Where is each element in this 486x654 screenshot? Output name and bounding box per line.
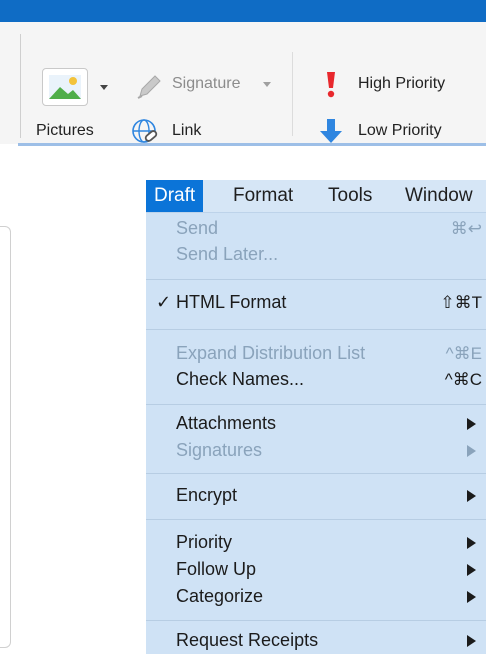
menu-item-send[interactable]: Send xyxy=(176,218,218,239)
menu-divider xyxy=(146,279,486,280)
checkmark-icon: ✓ xyxy=(156,292,172,312)
menu-tools[interactable]: Tools xyxy=(328,185,372,207)
menu-window[interactable]: Window xyxy=(405,185,473,207)
submenu-arrow-icon xyxy=(467,537,476,549)
chevron-down-icon[interactable] xyxy=(100,85,108,90)
down-arrow-icon xyxy=(320,119,342,143)
check-names-shortcut: ^⌘C xyxy=(444,370,482,389)
menu-item-follow-up[interactable]: Follow Up xyxy=(176,559,256,580)
menu-bar: Draft Format Tools Window xyxy=(146,180,486,213)
submenu-arrow-icon xyxy=(467,635,476,647)
signature-pen-icon xyxy=(137,75,161,99)
exclamation-icon xyxy=(327,72,335,98)
menu-item-categorize[interactable]: Categorize xyxy=(176,586,263,607)
message-body-pane[interactable] xyxy=(0,226,11,648)
ribbon-toolbar: Signature Pictures Link High Priority Lo… xyxy=(0,22,486,146)
menu-item-priority[interactable]: Priority xyxy=(176,532,232,553)
submenu-arrow-icon xyxy=(467,591,476,603)
menu-item-request-receipts[interactable]: Request Receipts xyxy=(176,630,318,651)
link-button[interactable]: Link xyxy=(172,122,201,140)
menu-divider xyxy=(146,329,486,330)
picture-icon xyxy=(49,75,81,99)
ribbon-bottom-border xyxy=(18,143,486,146)
menu-item-send-later[interactable]: Send Later... xyxy=(176,244,278,265)
menu-divider xyxy=(146,519,486,520)
menu-item-html-format[interactable]: HTML Format xyxy=(176,292,286,313)
high-priority-button[interactable]: High Priority xyxy=(358,75,445,93)
ribbon-divider xyxy=(20,34,21,138)
menu-item-attachments[interactable]: Attachments xyxy=(176,413,276,434)
menu-divider xyxy=(146,404,486,405)
menu-item-signatures[interactable]: Signatures xyxy=(176,440,262,461)
ribbon-separator xyxy=(292,52,293,136)
menu-divider xyxy=(146,620,486,621)
draft-menu: Draft Format Tools Window Send ⌘↩ Send L… xyxy=(146,180,486,654)
menu-item-expand-distribution-list[interactable]: Expand Distribution List xyxy=(176,343,365,364)
signature-button[interactable]: Signature xyxy=(172,75,241,93)
submenu-arrow-icon xyxy=(467,564,476,576)
expand-distribution-list-shortcut: ^⌘E xyxy=(445,344,482,363)
submenu-arrow-icon xyxy=(467,490,476,502)
menu-divider xyxy=(146,473,486,474)
submenu-arrow-icon xyxy=(467,418,476,430)
html-format-shortcut: ⇧⌘T xyxy=(440,293,482,312)
pictures-label[interactable]: Pictures xyxy=(36,122,94,140)
chevron-down-icon[interactable] xyxy=(263,82,271,87)
menu-format[interactable]: Format xyxy=(233,185,293,207)
menu-draft[interactable]: Draft xyxy=(146,180,204,212)
menu-item-encrypt[interactable]: Encrypt xyxy=(176,485,237,506)
title-bar xyxy=(0,0,486,22)
submenu-arrow-icon xyxy=(467,445,476,457)
pictures-button[interactable] xyxy=(42,68,88,106)
low-priority-button[interactable]: Low Priority xyxy=(358,122,442,140)
send-shortcut: ⌘↩ xyxy=(450,219,482,238)
menu-item-check-names[interactable]: Check Names... xyxy=(176,369,304,390)
